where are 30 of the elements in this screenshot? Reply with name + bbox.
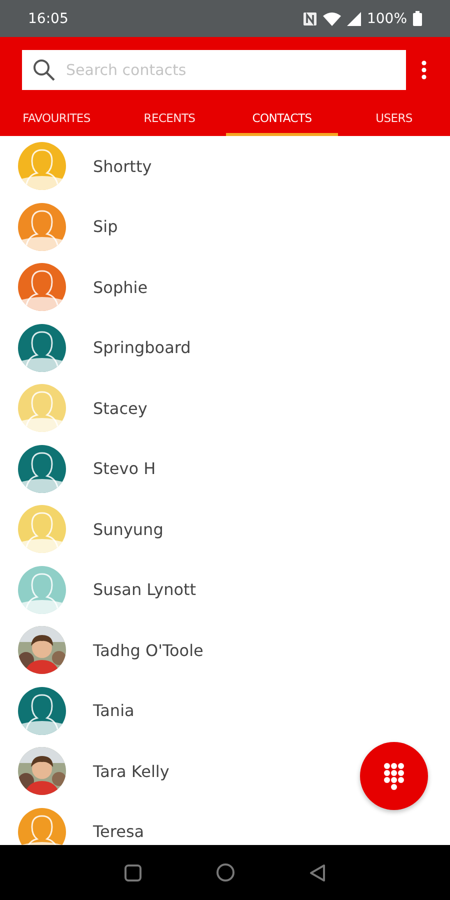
search-field[interactable]: Search contacts [22,50,406,90]
contact-name[interactable]: Springboard [93,338,191,358]
status-time: 16:05 [28,10,70,26]
tab[interactable]: FAVOURITES [0,100,113,136]
contact-name[interactable]: Tara Kelly [93,762,170,781]
signal-icon [346,12,361,26]
contact-name[interactable]: Sunyung [93,520,164,539]
contact-name[interactable]: Sip [93,217,118,236]
battery-icon [413,11,422,26]
contact-name[interactable]: Susan Lynott [93,580,196,600]
tab[interactable]: CONTACTS [226,100,338,136]
recents-icon[interactable] [124,864,142,882]
tab[interactable]: RECENTS [113,100,226,136]
search-icon [32,58,56,82]
contact-name[interactable]: Tadhg O'Toole [93,640,204,660]
contact-name[interactable]: Sophie [93,278,148,297]
contact-name[interactable]: Stacey [93,398,148,418]
back-icon[interactable] [309,864,326,882]
contact-name[interactable]: Tania [93,701,134,720]
dialpad-icon [383,762,405,790]
nfc-icon [302,12,317,26]
home-icon[interactable] [216,863,235,882]
contact-name[interactable]: Teresa [93,822,144,842]
wifi-icon [322,12,341,26]
battery-level: 100% [366,10,407,26]
contact-name[interactable]: Stevo H [93,459,156,478]
dialpad-button[interactable] [360,742,428,810]
contact-name[interactable]: Shortty [93,156,152,176]
more-options-icon[interactable] [421,60,427,80]
tab[interactable]: USERS [338,100,450,136]
